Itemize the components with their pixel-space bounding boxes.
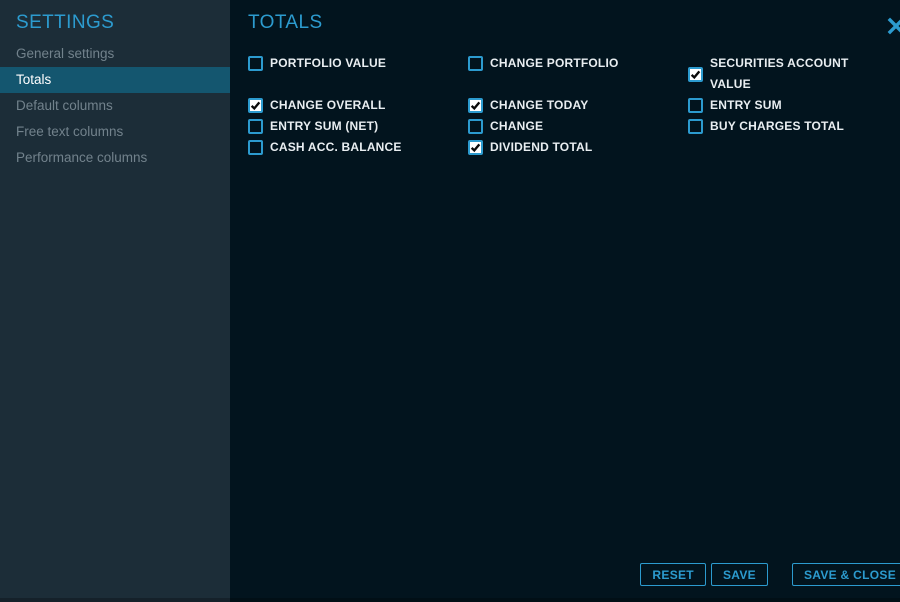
checkbox-label: BUY CHARGES TOTAL bbox=[710, 116, 844, 137]
checkbox-slot: ENTRY SUM bbox=[688, 95, 900, 116]
checkbox-row-change-today[interactable]: CHANGE TODAY bbox=[468, 95, 688, 116]
footer-actions: RESETSAVE SAVE & CLOSE bbox=[640, 563, 900, 586]
reset-button[interactable]: RESET bbox=[640, 563, 706, 586]
sidebar-item-totals[interactable]: Totals bbox=[0, 67, 230, 93]
checkbox-label: ENTRY SUM (NET) bbox=[270, 116, 378, 137]
sidebar-item-free-text-columns[interactable]: Free text columns bbox=[0, 119, 230, 145]
checkbox-slot: CHANGE TODAY bbox=[468, 95, 688, 116]
checkbox-slot: PORTFOLIO VALUE bbox=[248, 53, 468, 95]
checkbox-slot: ENTRY SUM (NET) bbox=[248, 116, 468, 137]
checkbox-slot: CHANGE bbox=[468, 116, 688, 137]
checkbox-column-1: PORTFOLIO VALUE CHANGE OVERALLENTRY SUM (… bbox=[248, 53, 468, 158]
checkbox-row-dividend-total[interactable]: DIVIDEND TOTAL bbox=[468, 137, 688, 158]
sidebar-nav: General settingsTotalsDefault columnsFre… bbox=[0, 41, 230, 171]
sidebar-title: SETTINGS bbox=[0, 13, 230, 33]
checkbox-label: PORTFOLIO VALUE bbox=[270, 53, 386, 74]
unchecked-checkbox-portfolio-value[interactable] bbox=[248, 56, 263, 71]
save-close-button[interactable]: SAVE & CLOSE bbox=[792, 563, 900, 586]
checkbox-row-cash-acc-balance[interactable]: CASH ACC. BALANCE bbox=[248, 137, 468, 158]
unchecked-checkbox-entry-sum-net[interactable] bbox=[248, 119, 263, 134]
sidebar-item-general-settings[interactable]: General settings bbox=[0, 41, 230, 67]
checkbox-row-buy-charges-total[interactable]: BUY CHARGES TOTAL bbox=[688, 116, 900, 137]
close-button[interactable] bbox=[884, 14, 900, 38]
checkbox-label: CHANGE PORTFOLIO bbox=[490, 53, 619, 74]
checked-checkbox-change-today[interactable] bbox=[468, 98, 483, 113]
checkbox-label: CHANGE TODAY bbox=[490, 95, 588, 116]
unchecked-checkbox-cash-acc-balance[interactable] bbox=[248, 140, 263, 155]
main-panel: TOTALS PORTFOLIO VALUECHANGE OVERALLENTR… bbox=[230, 0, 900, 602]
checkbox-slot: CASH ACC. BALANCE bbox=[248, 137, 468, 158]
checkbox-slot: DIVIDEND TOTAL bbox=[468, 137, 688, 158]
checkbox-column-2: CHANGE PORTFOLIO CHANGE TODAYCHANGEDIVIDE… bbox=[468, 53, 688, 158]
checkbox-row-portfolio-value[interactable]: PORTFOLIO VALUE bbox=[248, 53, 468, 74]
checkbox-slot: SECURITIES ACCOUNT VALUE bbox=[688, 53, 900, 95]
checkbox-label: CASH ACC. BALANCE bbox=[270, 137, 402, 158]
checkbox-row-change[interactable]: CHANGE bbox=[468, 116, 688, 137]
page-title: TOTALS bbox=[248, 13, 900, 33]
unchecked-checkbox-buy-charges-total[interactable] bbox=[688, 119, 703, 134]
save-button[interactable]: SAVE bbox=[711, 563, 768, 586]
unchecked-checkbox-change[interactable] bbox=[468, 119, 483, 134]
checked-checkbox-dividend-total[interactable] bbox=[468, 140, 483, 155]
close-icon bbox=[887, 17, 900, 35]
checkbox-row-entry-sum[interactable]: ENTRY SUM bbox=[688, 95, 900, 116]
checkbox-label: SECURITIES ACCOUNT VALUE bbox=[710, 53, 850, 95]
sidebar-item-performance-columns[interactable]: Performance columns bbox=[0, 145, 230, 171]
checkbox-label: CHANGE bbox=[490, 116, 543, 137]
checkbox-column-3: SECURITIES ACCOUNT VALUEENTRY SUMBUY CHA… bbox=[688, 53, 900, 158]
checkbox-label: DIVIDEND TOTAL bbox=[490, 137, 592, 158]
totals-checkbox-grid: PORTFOLIO VALUE CHANGE OVERALLENTRY SUM (… bbox=[248, 53, 900, 158]
unchecked-checkbox-change-portfolio[interactable] bbox=[468, 56, 483, 71]
checkbox-row-entry-sum-net[interactable]: ENTRY SUM (NET) bbox=[248, 116, 468, 137]
checkbox-row-securities-account-value[interactable]: SECURITIES ACCOUNT VALUE bbox=[688, 53, 900, 95]
checkbox-row-change-overall[interactable]: CHANGE OVERALL bbox=[248, 95, 468, 116]
checked-checkbox-change-overall[interactable] bbox=[248, 98, 263, 113]
sidebar: SETTINGS General settingsTotalsDefault c… bbox=[0, 0, 230, 602]
checkbox-slot: BUY CHARGES TOTAL bbox=[688, 116, 900, 137]
sidebar-item-default-columns[interactable]: Default columns bbox=[0, 93, 230, 119]
checkbox-label: ENTRY SUM bbox=[710, 95, 782, 116]
checked-checkbox-securities-account-value[interactable] bbox=[688, 67, 703, 82]
checkbox-slot: CHANGE OVERALL bbox=[248, 95, 468, 116]
checkbox-label: CHANGE OVERALL bbox=[270, 95, 385, 116]
checkbox-row-change-portfolio[interactable]: CHANGE PORTFOLIO bbox=[468, 53, 688, 74]
unchecked-checkbox-entry-sum[interactable] bbox=[688, 98, 703, 113]
checkbox-slot: CHANGE PORTFOLIO bbox=[468, 53, 688, 95]
settings-dialog: SETTINGS General settingsTotalsDefault c… bbox=[0, 0, 900, 602]
